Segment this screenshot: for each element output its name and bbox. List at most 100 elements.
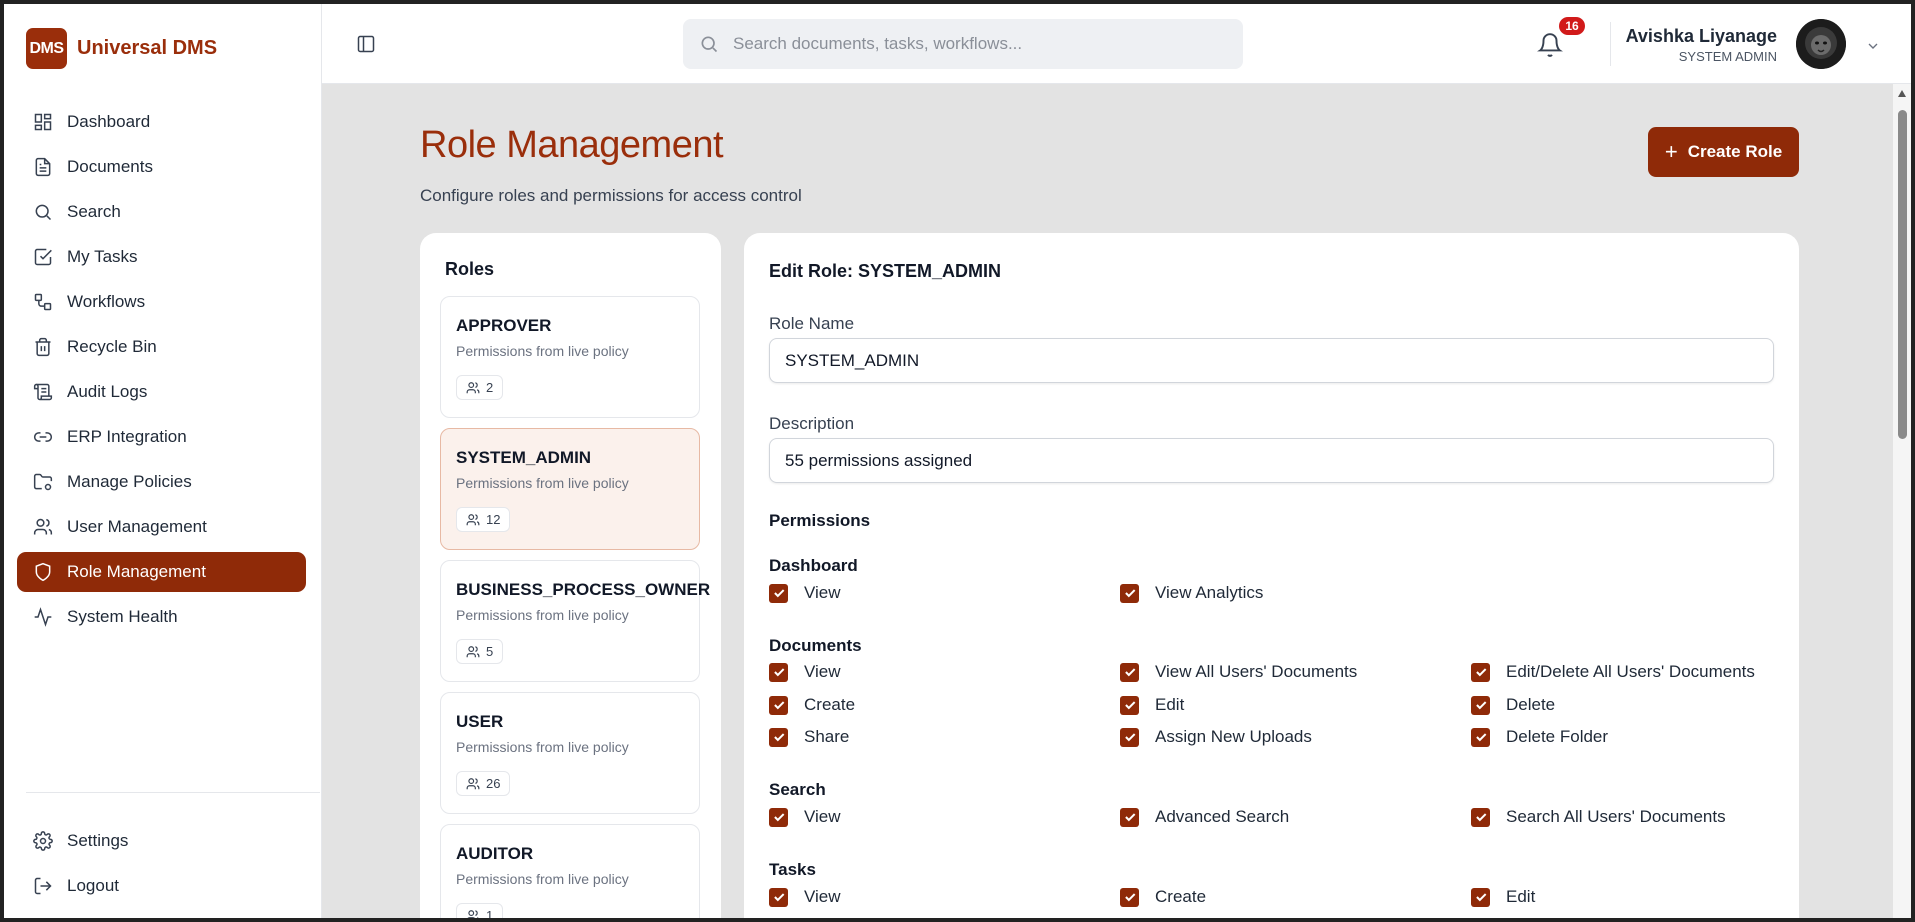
role-count-value: 1 [486,908,494,918]
perm-tasks-view[interactable]: View [769,887,841,907]
search-icon [701,36,718,53]
create-role-label: Create Role [1687,142,1783,161]
perm-label: Search All Users' Documents [1506,807,1726,826]
sidebar-item-label: Search [67,202,121,221]
sidebar-item-my-tasks[interactable]: My Tasks [17,237,306,277]
role-user-count: 12 [456,507,511,532]
sidebar-item-user-management[interactable]: User Management [17,507,306,547]
checkbox-checked[interactable] [1120,727,1139,747]
perm-documents-delete-folder[interactable]: Delete Folder [1471,727,1608,747]
checkbox-checked[interactable] [1471,727,1490,747]
check-icon [773,668,784,677]
check-icon [773,893,784,902]
page-scrollbar[interactable] [1893,84,1911,918]
sidebar-item-manage-policies[interactable]: Manage Policies [17,462,306,502]
role-description: Permissions from live policy [456,475,629,491]
checkbox-checked[interactable] [1120,662,1139,682]
header-divider [1610,22,1611,66]
role-description: Permissions from live policy [456,343,629,359]
checkbox-checked[interactable] [769,695,788,715]
check-icon [773,813,784,822]
role-card-system-admin[interactable]: SYSTEM_ADMIN Permissions from live polic… [440,428,700,550]
check-icon [1475,733,1486,742]
sidebar-item-workflows[interactable]: Workflows [17,282,306,322]
sidebar-item-search[interactable]: Search [17,192,306,232]
checkbox-checked[interactable] [1120,695,1139,715]
perm-label: View [804,887,841,906]
perm-search-advanced[interactable]: Advanced Search [1120,807,1289,827]
checkbox-checked[interactable] [769,807,788,827]
dashboard-icon [34,113,52,131]
role-card-business-process-owner[interactable]: BUSINESS_PROCESS_OWNER Permissions from … [440,560,710,682]
role-count-value: 12 [486,512,501,527]
perm-documents-share[interactable]: Share [769,727,849,747]
brand[interactable]: DMS Universal DMS [26,28,217,69]
perm-search-all-users[interactable]: Search All Users' Documents [1471,807,1726,827]
create-role-button[interactable]: + Create Role [1648,127,1799,177]
description-input[interactable] [769,438,1774,483]
chevron-down-icon[interactable] [1865,38,1881,54]
checkbox-checked[interactable] [769,887,788,907]
edit-role-title: Edit Role: SYSTEM_ADMIN [769,261,1002,281]
sidebar-toggle-icon[interactable] [356,34,376,54]
checkbox-checked[interactable] [1471,695,1490,715]
sidebar-item-label: Settings [67,831,129,850]
page-subtitle: Configure roles and permissions for acce… [420,186,802,205]
sidebar-item-logout[interactable]: Logout [17,866,306,906]
check-icon [773,733,784,742]
sidebar-item-system-health[interactable]: System Health [17,597,306,637]
scrollbar-thumb[interactable] [1898,110,1907,439]
role-card-approver[interactable]: APPROVER Permissions from live policy 2 [440,296,700,418]
sidebar-item-erp-integration[interactable]: ERP Integration [17,417,306,457]
checkbox-checked[interactable] [1120,807,1139,827]
perm-search-view[interactable]: View [769,807,841,827]
avatar-image [1796,19,1846,69]
checkbox-checked[interactable] [1120,583,1139,603]
perm-tasks-create[interactable]: Create [1120,887,1206,907]
perm-label: View Analytics [1155,583,1264,602]
perm-documents-assign-uploads[interactable]: Assign New Uploads [1120,727,1312,747]
sidebar-item-recycle-bin[interactable]: Recycle Bin [17,327,306,367]
notification-badge: 16 [1559,17,1585,35]
role-user-count: 5 [456,639,504,664]
bell-icon[interactable] [1537,32,1563,58]
perm-documents-edit-delete-all[interactable]: Edit/Delete All Users' Documents [1471,662,1755,682]
checkbox-checked[interactable] [1471,887,1490,907]
search-input[interactable] [733,34,1213,54]
global-search[interactable] [683,19,1243,69]
check-icon [1124,813,1135,822]
perm-documents-view[interactable]: View [769,662,841,682]
sidebar-item-label: My Tasks [67,247,138,266]
scroll-up-arrow-icon[interactable] [1898,90,1906,97]
perm-documents-delete[interactable]: Delete [1471,695,1555,715]
sidebar-item-settings[interactable]: Settings [17,821,306,861]
document-icon [35,157,51,177]
role-card-user[interactable]: USER Permissions from live policy 26 [440,692,700,814]
perm-tasks-edit[interactable]: Edit [1471,887,1535,907]
perm-documents-create[interactable]: Create [769,695,855,715]
checkbox-checked[interactable] [769,662,788,682]
sidebar-item-dashboard[interactable]: Dashboard [17,102,306,142]
checkbox-checked[interactable] [1120,887,1139,907]
perm-documents-edit[interactable]: Edit [1120,695,1184,715]
sidebar-item-audit-logs[interactable]: Audit Logs [17,372,306,412]
checkbox-checked[interactable] [769,583,788,603]
avatar[interactable] [1796,19,1846,69]
sidebar-item-documents[interactable]: Documents [17,147,306,187]
role-name: USER [456,712,504,731]
check-icon [1475,813,1486,822]
role-name-input[interactable] [769,338,1774,383]
role-card-auditor[interactable]: AUDITOR Permissions from live policy 1 [440,824,700,918]
check-icon [1475,701,1486,710]
sidebar-item-label: Workflows [67,292,146,311]
perm-documents-view-all[interactable]: View All Users' Documents [1120,662,1357,682]
checkbox-checked[interactable] [769,727,788,747]
role-user-count: 1 [456,903,504,918]
edit-role-panel: Edit Role: SYSTEM_ADMIN Role Name Descri… [744,233,1799,918]
checkbox-checked[interactable] [1471,807,1490,827]
roles-title: Roles [445,259,495,279]
sidebar-item-role-management[interactable]: Role Management [17,552,306,592]
perm-dashboard-view-analytics[interactable]: View Analytics [1120,583,1263,603]
checkbox-checked[interactable] [1471,662,1490,682]
perm-dashboard-view[interactable]: View [769,583,841,603]
